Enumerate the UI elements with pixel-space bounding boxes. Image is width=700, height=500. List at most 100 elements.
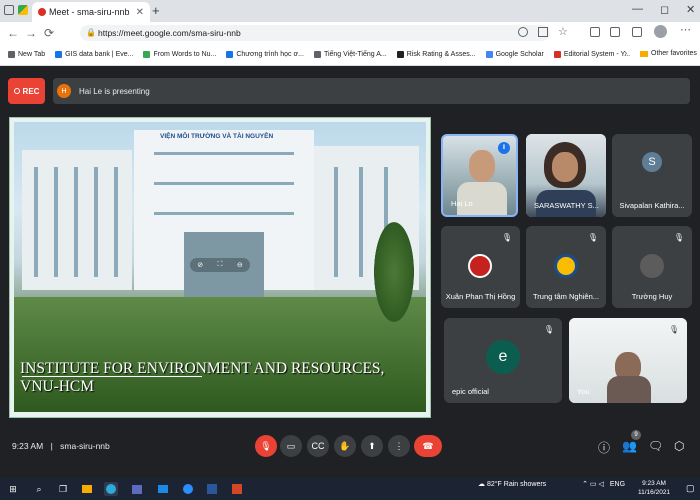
leave-call-button[interactable]: ☎ xyxy=(414,435,442,457)
forward-button[interactable]: → xyxy=(22,26,40,40)
edge-icon[interactable] xyxy=(104,482,118,496)
bookmark-item[interactable]: Google Scholar xyxy=(485,51,544,58)
address-bar[interactable]: 🔒 https://meet.google.com/sma-siru-nnb xyxy=(80,25,550,41)
reload-button[interactable]: ⟳ xyxy=(40,26,58,40)
recording-indicator[interactable]: REC xyxy=(8,78,45,104)
notifications-icon[interactable]: ▢ xyxy=(686,483,695,494)
language-indicator[interactable]: ENG xyxy=(610,481,625,488)
bookmark-label: Tiếng Việt-Tiếng A... xyxy=(323,51,387,58)
search-icon[interactable]: ⌕ xyxy=(32,482,46,496)
participant-tile-saraswathy[interactable]: SARASWATHY S... xyxy=(526,134,606,217)
activities-button[interactable]: ⬡ xyxy=(674,439,684,453)
mic-off-icon: 🎙 xyxy=(587,233,598,242)
bookmark-icon xyxy=(553,51,561,58)
bookmark-item[interactable]: Editorial System - Y... xyxy=(553,51,631,58)
caption-underline xyxy=(22,376,202,377)
chat-button[interactable]: 🗨 xyxy=(648,439,663,453)
store-icon[interactable] xyxy=(130,482,144,496)
participant-tile-sivapalan[interactable]: S Sivapalan Kathira... xyxy=(612,134,692,217)
favorites-icon[interactable] xyxy=(590,27,600,37)
back-button[interactable]: ← xyxy=(4,26,22,40)
bookmark-item[interactable]: New Tab xyxy=(8,51,45,58)
bookmarks-overflow-icon[interactable]: › xyxy=(624,48,627,59)
bookmark-label: New Tab xyxy=(18,51,46,58)
favorite-star-icon[interactable]: ☆ xyxy=(558,25,568,38)
tab-title: Meet - sma-siru-nnb xyxy=(49,7,130,17)
meeting-details-button[interactable]: ⓘ xyxy=(598,439,610,456)
participant-tile-truonghuy[interactable]: 🎙 Trường Huy xyxy=(612,226,692,308)
bookmark-label: Editorial System - Y... xyxy=(563,51,631,58)
bookmark-icon xyxy=(313,51,321,58)
close-window-button[interactable]: ✕ xyxy=(686,3,695,16)
bookmark-item[interactable]: From Words to Nu... xyxy=(143,51,216,58)
maximize-button[interactable]: ◻ xyxy=(660,3,669,16)
zoom-icon[interactable] xyxy=(538,27,548,37)
bookmark-label: Risk Rating & Asses... xyxy=(406,51,476,58)
fullscreen-icon[interactable]: ⛶ xyxy=(218,261,223,269)
captions-button[interactable]: CC xyxy=(307,435,329,457)
participant-name: Trung tâm Nghiên... xyxy=(532,292,599,301)
slide-caption-line2: VNU-HCM xyxy=(20,378,95,395)
bookmark-icon xyxy=(143,51,151,58)
bookmark-item[interactable]: Risk Rating & Asses... xyxy=(396,51,476,58)
participant-tile-xuan[interactable]: 🎙 Xuân Phan Thị Hồng xyxy=(441,226,520,308)
new-tab-button[interactable]: + xyxy=(152,3,160,18)
present-button[interactable]: ⬆ xyxy=(361,435,383,457)
bookmark-label: Google Scholar xyxy=(495,51,544,58)
participant-tile-hai[interactable]: ⦀ Hai Lo xyxy=(441,134,518,217)
more-vert-icon: ⋮ xyxy=(394,440,404,451)
bookmark-item[interactable]: GIS data bank | Eve... xyxy=(55,51,133,58)
file-explorer-icon[interactable] xyxy=(80,482,94,496)
profile-avatar[interactable] xyxy=(654,25,667,38)
info-icon: ⓘ xyxy=(598,441,611,455)
bookmark-icon xyxy=(55,51,63,58)
mail-icon[interactable] xyxy=(156,482,170,496)
weather-icon[interactable]: ☁ xyxy=(478,481,485,488)
mic-off-icon: 🎙 xyxy=(673,233,684,242)
task-view-icon[interactable]: ❐ xyxy=(56,482,70,496)
participant-tile-epic[interactable]: 🎙 e epic official xyxy=(444,318,562,403)
bookmark-item[interactable]: Chương trình học ơ... xyxy=(226,51,304,58)
other-favorites[interactable]: Other favorites xyxy=(640,50,697,57)
extensions-icon[interactable] xyxy=(632,27,642,37)
participant-name: epic official xyxy=(452,387,489,396)
windows-start-icon[interactable]: ⊞ xyxy=(6,482,20,496)
unpin-icon[interactable]: ⊘ xyxy=(197,261,203,269)
remove-icon[interactable]: ⊖ xyxy=(237,261,243,269)
raise-hand-button[interactable]: ✋ xyxy=(334,435,356,457)
taskbar-clock[interactable]: 9:23 AM 11/16/2021 xyxy=(638,479,670,497)
meeting-meta: 9:23 AM | sma-siru-nnb xyxy=(12,441,110,451)
minimize-button[interactable]: — xyxy=(632,3,643,15)
powerpoint-icon[interactable] xyxy=(230,482,244,496)
meeting-time: 9:23 AM xyxy=(12,441,44,451)
participant-name: SARASWATHY S... xyxy=(534,201,599,210)
word-icon[interactable] xyxy=(205,482,219,496)
slide-overlay-controls[interactable]: ⊘ ⛶ ⊖ xyxy=(190,258,250,272)
camera-indicator-icon[interactable] xyxy=(518,27,528,37)
collections-icon[interactable] xyxy=(610,27,620,37)
more-menu-button[interactable]: ⋯ xyxy=(680,23,691,36)
mic-toggle-button[interactable]: 🎙 xyxy=(255,435,277,457)
rec-label: REC xyxy=(22,86,40,96)
participant-tile-trungtam[interactable]: 🎙 Trung tâm Nghiên... xyxy=(526,226,606,308)
weather-text[interactable]: 82°F Rain showers xyxy=(487,481,546,488)
meta-separator: | xyxy=(50,441,53,451)
building-sign: VIỆN MÔI TRƯỜNG VÀ TÀI NGUYÊN xyxy=(160,133,274,140)
presenting-text: Hai Le is presenting xyxy=(79,86,150,96)
url-text: https://meet.google.com/sma-siru-nnb xyxy=(98,28,241,38)
participant-tile-you[interactable]: 🎙 You xyxy=(569,318,687,403)
tab-actions-icon[interactable] xyxy=(4,5,14,15)
people-button[interactable]: 👥 xyxy=(622,439,637,453)
tab-close-icon[interactable]: ✕ xyxy=(136,7,144,18)
bookmarks-bar: New Tab GIS data bank | Eve... From Word… xyxy=(0,44,700,66)
tab-meet[interactable]: Meet - sma-siru-nnb ✕ xyxy=(32,2,150,22)
presenter-avatar: H xyxy=(57,84,71,98)
bookmark-item[interactable]: Tiếng Việt-Tiếng A... xyxy=(313,51,387,58)
tray-icons[interactable]: ⌃ ▭ ◁ xyxy=(582,481,604,488)
more-options-button[interactable]: ⋮ xyxy=(388,435,410,457)
system-tray: ☁ 82°F Rain showers ⌃ ▭ ◁ ENG xyxy=(478,480,625,488)
camera-toggle-button[interactable]: ▭ xyxy=(280,435,302,457)
zoom-app-icon[interactable] xyxy=(181,482,195,496)
hand-icon: ✋ xyxy=(339,440,351,451)
folder-icon xyxy=(640,50,648,57)
